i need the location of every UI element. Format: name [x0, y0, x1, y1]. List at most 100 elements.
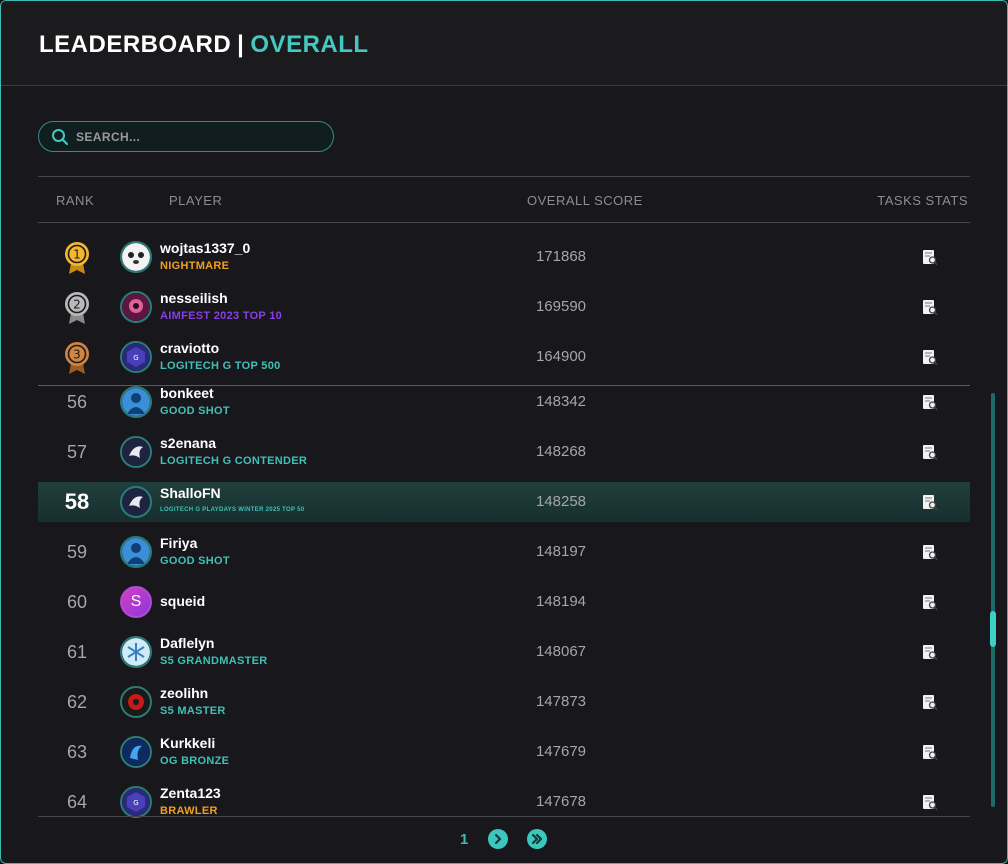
bronze-medal-icon: 3 [65, 342, 89, 374]
task-stats-icon[interactable] [922, 694, 938, 711]
search-icon [52, 129, 69, 146]
player-name[interactable]: s2enana [160, 435, 216, 451]
table-row[interactable]: 59 Firiya GOOD SHOT 148197 [38, 532, 970, 572]
player-name[interactable]: Daflelyn [160, 635, 214, 651]
header-bar: LEADERBOARD | OVERALL [1, 1, 1007, 86]
player-title-tag: OG BRONZE [160, 755, 230, 767]
player-title-tag: LOGITECH G PLAYDAYS WINTER 2025 TOP 50 [160, 507, 305, 513]
player-name[interactable]: craviotto [160, 340, 219, 356]
rank-number: 58 [64, 489, 90, 514]
table-row[interactable]: 61 Daflelyn S5 GRANDMASTER 148067 [38, 632, 970, 672]
table-row[interactable]: 56 bonkeet GOOD SHOT 148342 [38, 382, 970, 422]
player-title-tag: LOGITECH G CONTENDER [160, 455, 308, 467]
overall-score: 164900 [535, 348, 587, 365]
letter-avatar[interactable]: S [120, 586, 152, 618]
scrollbar-track[interactable] [990, 393, 996, 807]
bird-avatar[interactable] [120, 436, 152, 468]
task-stats-icon[interactable] [922, 544, 938, 561]
player-title-tag: GOOD SHOT [160, 555, 230, 567]
silver-medal-icon: 2 [65, 292, 89, 324]
table-row[interactable]: 3 Gcraviotto LOGITECH G TOP 500 164900 [38, 337, 970, 377]
table-bottom-divider [38, 816, 970, 817]
rank-number: 61 [66, 642, 88, 662]
leaderboard-window: LEADERBOARD|OVERALL RANK PLAYER OVERALL … [0, 0, 1008, 864]
player-name[interactable]: Zenta123 [160, 785, 221, 801]
overall-score: 171868 [535, 248, 587, 265]
player-name[interactable]: Firiya [160, 535, 197, 551]
overall-score: 148197 [535, 543, 587, 560]
top3-divider [38, 385, 970, 386]
overall-score: 147873 [535, 693, 587, 710]
task-stats-icon[interactable] [922, 299, 938, 316]
task-stats-icon[interactable] [922, 349, 938, 366]
blue-silhouette-avatar[interactable] [120, 536, 152, 568]
rank-number: 59 [66, 542, 88, 562]
overall-score: 147679 [535, 743, 587, 760]
column-header-player[interactable]: PLAYER [169, 193, 222, 208]
rank-number: 56 [66, 392, 88, 412]
player-name[interactable]: nesseilish [160, 290, 228, 306]
overall-score: 148067 [535, 643, 587, 660]
task-stats-icon[interactable] [922, 444, 938, 461]
task-stats-icon[interactable] [922, 794, 938, 811]
rank-number: 57 [66, 442, 88, 462]
logitech-badge-avatar[interactable]: G [120, 341, 152, 373]
svg-text:3: 3 [73, 348, 81, 362]
title-accent: OVERALL [250, 31, 369, 58]
column-header-score[interactable]: OVERALL SCORE [527, 193, 643, 208]
column-header-rank[interactable]: RANK [56, 193, 94, 208]
svg-text:G: G [133, 799, 138, 807]
player-title-tag: S5 MASTER [160, 705, 226, 717]
search-input[interactable] [76, 127, 326, 147]
last-page-button[interactable] [527, 829, 547, 849]
overall-score: 169590 [535, 298, 587, 315]
player-name[interactable]: bonkeet [160, 385, 214, 401]
overall-score: 148194 [535, 593, 587, 610]
table-header: RANK PLAYER OVERALL SCORE TASKS STATS [38, 176, 970, 223]
svg-text:2: 2 [73, 298, 81, 312]
next-page-button[interactable] [488, 829, 508, 849]
search-box[interactable] [38, 121, 334, 152]
overall-score: 148258 [535, 493, 587, 510]
title-main: LEADERBOARD [39, 31, 232, 58]
snowflake-avatar[interactable] [120, 636, 152, 668]
rank-number: 60 [66, 592, 88, 612]
table-row[interactable]: 63 Kurkkeli OG BRONZE 147679 [38, 732, 970, 772]
player-name[interactable]: squeid [160, 593, 205, 609]
task-stats-icon[interactable] [922, 644, 938, 661]
column-header-stats[interactable]: TASKS STATS [877, 193, 968, 208]
panda-avatar[interactable] [120, 241, 152, 273]
pink-character-avatar[interactable] [120, 291, 152, 323]
task-stats-icon[interactable] [922, 744, 938, 761]
task-stats-icon[interactable] [922, 394, 938, 411]
bird-avatar[interactable] [120, 486, 152, 518]
table-row[interactable]: 60 Ssqueid 148194 [38, 582, 970, 622]
table-row[interactable]: 2 nesseilish AIMFEST 2023 TOP 10 169590 [38, 287, 970, 327]
player-title-tag: GOOD SHOT [160, 405, 230, 417]
player-name[interactable]: wojtas1337_0 [160, 240, 250, 256]
red-emblem-avatar[interactable] [120, 686, 152, 718]
table-row[interactable]: 1 wojtas1337_0 NIGHTMARE 171868 [38, 237, 970, 277]
page-number-current[interactable]: 1 [460, 831, 468, 848]
svg-text:1: 1 [73, 248, 81, 262]
table-row[interactable]: 57 s2enana LOGITECH G CONTENDER 148268 [38, 432, 970, 472]
player-name[interactable]: zeolihn [160, 685, 208, 701]
task-stats-icon[interactable] [922, 594, 938, 611]
player-title-tag: NIGHTMARE [160, 260, 230, 272]
task-stats-icon[interactable] [922, 249, 938, 266]
player-name[interactable]: Kurkkeli [160, 735, 215, 751]
player-title-tag: S5 GRANDMASTER [160, 655, 268, 667]
svg-text:G: G [133, 354, 138, 362]
double-chevron-right-icon [531, 833, 543, 845]
table-row-current-player[interactable]: 58 ShalloFN LOGITECH G PLAYDAYS WINTER 202… [38, 482, 970, 522]
player-name[interactable]: ShalloFN [160, 485, 221, 501]
scrollbar-thumb[interactable] [990, 611, 996, 647]
blue-swirl-avatar[interactable] [120, 736, 152, 768]
player-title-tag: AIMFEST 2023 TOP 10 [160, 310, 283, 322]
table-row[interactable]: 62 zeolihn S5 MASTER 147873 [38, 682, 970, 722]
blue-silhouette-avatar[interactable] [120, 386, 152, 418]
page-title: LEADERBOARD | OVERALL [39, 31, 369, 59]
task-stats-icon[interactable] [922, 494, 938, 511]
logitech-badge-avatar[interactable]: G [120, 786, 152, 818]
rank-number: 63 [66, 742, 88, 762]
